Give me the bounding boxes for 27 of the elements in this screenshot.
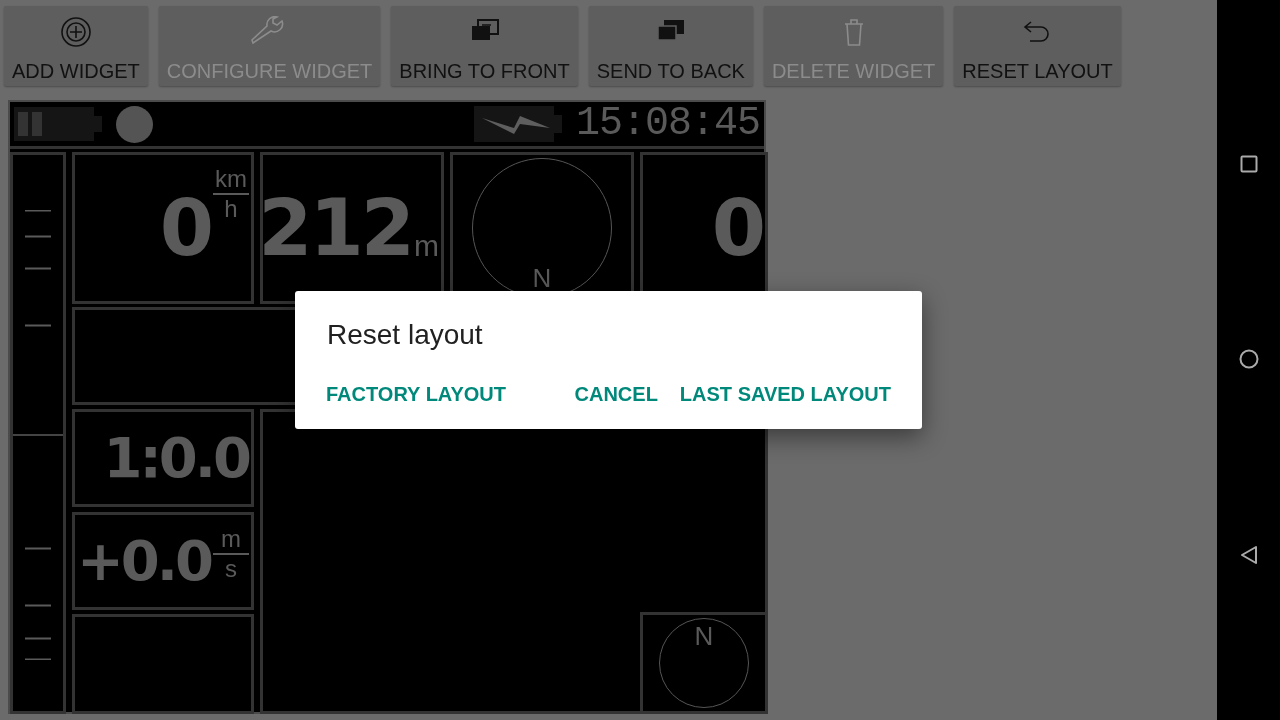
recents-icon[interactable] bbox=[1239, 155, 1258, 173]
lightning-icon bbox=[473, 106, 562, 142]
dialog-button[interactable]: LAST SAVED LAYOUT bbox=[668, 373, 902, 415]
value-text: 1:0.0 bbox=[103, 430, 249, 486]
compass-label: N bbox=[694, 623, 714, 649]
plus-circle-icon bbox=[59, 16, 92, 48]
unit-text: km bbox=[215, 167, 247, 191]
dialog-button[interactable]: CANCEL bbox=[563, 373, 669, 415]
value-text: 0 bbox=[711, 189, 763, 267]
battery-icon bbox=[14, 107, 102, 141]
unit-text: s bbox=[225, 557, 237, 581]
unit-text: h bbox=[224, 197, 238, 221]
unit-text: m bbox=[221, 527, 241, 551]
toolbar-button[interactable]: ADD WIDGET bbox=[4, 6, 148, 86]
compass-label: N bbox=[532, 265, 552, 291]
toolbar-button[interactable]: RESET LAYOUT bbox=[954, 6, 1121, 86]
value-text: +0.0 bbox=[76, 533, 211, 589]
toolbar-button[interactable]: SEND TO BACK bbox=[588, 6, 753, 86]
dialog-title: Reset layout bbox=[327, 321, 483, 349]
home-icon[interactable] bbox=[1238, 349, 1259, 369]
back-icon[interactable] bbox=[1239, 545, 1258, 565]
value-text: 0 bbox=[159, 189, 211, 267]
clock-text: 15:08:45 bbox=[575, 104, 760, 144]
value-text: 212 bbox=[258, 189, 412, 267]
dialog-button[interactable]: FACTORY LAYOUT bbox=[315, 373, 518, 415]
unit-text: m bbox=[414, 231, 439, 261]
toolbar-button[interactable]: BRING TO FRONT bbox=[391, 6, 578, 86]
